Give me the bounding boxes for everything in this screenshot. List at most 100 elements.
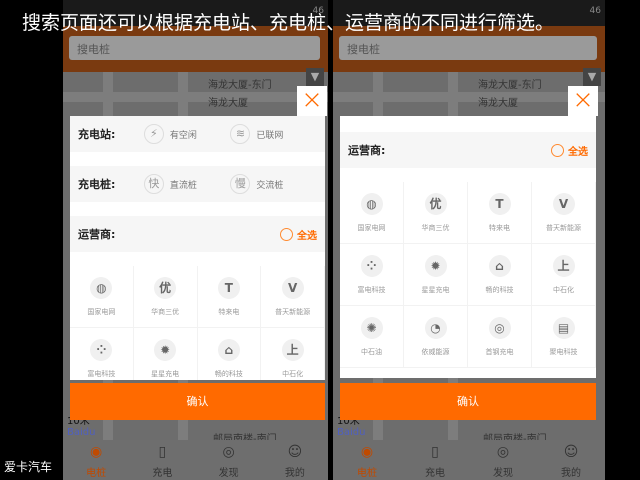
nav-item-1[interactable]: ▯ 充电 [129, 440, 195, 480]
operator-logo-icon: ✹ [154, 338, 177, 361]
nav-icon: ◉ [90, 444, 103, 460]
operator-item[interactable]: 优华商三优 [133, 266, 198, 328]
select-all-toggle[interactable]: 全选 [551, 143, 588, 158]
operator-item[interactable]: T 特来电 [468, 182, 532, 244]
search-input[interactable]: 搜电桩 [69, 36, 320, 60]
select-all-label: 全选 [297, 230, 317, 242]
operator-name: 中石油 [361, 347, 382, 356]
confirm-button[interactable]: 确认 [70, 383, 325, 420]
nav-item-3[interactable]: ☺ 我的 [537, 440, 605, 480]
nav-item-3[interactable]: ☺ 我的 [262, 440, 328, 480]
close-button[interactable]: × [568, 86, 598, 116]
operator-name: 富电科技 [357, 285, 386, 294]
nav-label: 发现 [218, 468, 239, 479]
charging-pile-option[interactable]: 慢交流桩 [230, 174, 317, 194]
search-input[interactable]: 搜电桩 [339, 36, 597, 60]
operator-logo-icon: ⌂ [217, 338, 240, 361]
operator-name: 依威能源 [421, 347, 450, 356]
nav-icon: ☺ [563, 444, 579, 460]
charging-pile-filter-row: 充电桩: 快直流桩慢交流桩 [70, 166, 325, 202]
operator-name: 富电科技 [87, 369, 116, 378]
charging-pile-option[interactable]: 快直流桩 [143, 174, 231, 194]
map-label: 海龙大厦-东门 [478, 80, 542, 91]
operator-logo-icon: 上 [281, 338, 304, 361]
operator-logo-icon: T [217, 276, 240, 299]
charging-pile-option-label: 直流桩 [169, 180, 197, 191]
operator-name: 畅的科技 [485, 285, 514, 294]
operator-name: 畅的科技 [214, 369, 243, 378]
operator-name: 星星充电 [151, 369, 180, 378]
radio-icon [280, 227, 293, 241]
nav-item-0[interactable]: ◉ 电桩 [333, 440, 401, 480]
charging-station-option-icon: ≋ [230, 124, 251, 144]
nav-item-0[interactable]: ◉ 电桩 [63, 440, 129, 480]
operator-logo-icon: 优 [424, 192, 447, 215]
operator-item[interactable]: 上中石化 [261, 328, 325, 380]
operator-logo-icon: ◎ [488, 316, 511, 339]
filter-icon[interactable]: ▼ [306, 68, 324, 86]
operator-item[interactable]: ◍ 国家电网 [70, 266, 134, 328]
nav-label: 充电 [425, 468, 445, 479]
operator-name: 国家电网 [357, 223, 386, 232]
operator-item[interactable]: ⌂ 畅的科技 [468, 244, 532, 306]
map-label: Baidu [67, 427, 96, 438]
operator-item[interactable]: 优华商三优 [404, 182, 468, 244]
operator-logo-icon: ⁘ [90, 338, 113, 361]
nav-icon: ◉ [360, 444, 374, 460]
nav-icon: ◎ [222, 444, 235, 460]
nav-label: 发现 [493, 468, 513, 479]
nav-item-2[interactable]: ◎ 发现 [469, 440, 537, 480]
operator-item[interactable]: ⌂ 畅的科技 [198, 328, 262, 380]
operator-name: 华商三优 [151, 307, 180, 316]
nav-icon: ☺ [287, 444, 303, 460]
close-button[interactable]: × [297, 86, 327, 116]
phone-screen-left: 46搜电桩海龙大厦-东门海龙大厦10米Baidu邮局南楼-南门▼×充电站:⚡有空… [63, 0, 328, 480]
bottom-nav: ◉ 电桩 ▯ 充电 ◎ 发现 ☺ 我的 [63, 440, 328, 480]
operator-name: 首钢充电 [485, 347, 514, 356]
charging-pile-option-label: 交流桩 [256, 180, 284, 191]
operator-logo-icon: ⌂ [488, 254, 511, 277]
charging-station-filter-row: 充电站: ⚡ 有空闲 ≋ 已联网 [70, 116, 325, 152]
operator-name: 特来电 [218, 307, 240, 316]
operator-logo-icon: 上 [552, 254, 575, 277]
nav-item-1[interactable]: ▯ 充电 [401, 440, 469, 480]
operator-item[interactable]: 上中石化 [532, 244, 596, 306]
operator-name: 普天新能源 [546, 223, 581, 232]
nav-label: 充电 [152, 468, 173, 479]
operator-grid: ◍国家电网优华商三优T特来电V普天新能源⁘富电科技✹星星充电⌂畅的科技上中石化✺… [70, 266, 325, 380]
operator-logo-icon: ✹ [424, 254, 447, 277]
filter-icon[interactable]: ▼ [583, 68, 601, 86]
operator-name: 聚电科技 [549, 347, 578, 356]
operator-item[interactable]: ✺ 中石油 [340, 306, 404, 368]
filter-modal: 运营商: 全选 ◍ 国家电网 优华商三优 T 特来电 V 普天新能源 ⁘ 富电科技 ✹ 星星充电 ⌂ 畅的科… [340, 116, 596, 378]
operator-item[interactable]: V 普天新能源 [532, 182, 596, 244]
charging-station-option[interactable]: ≋ 已联网 [230, 124, 317, 144]
operator-item[interactable]: T 特来电 [197, 266, 262, 328]
operator-item[interactable]: ⁘ 富电科技 [340, 244, 404, 306]
operator-logo-icon: ◍ [90, 276, 113, 299]
select-all-toggle[interactable]: 全选 [280, 227, 317, 242]
operator-logo-icon: ⁘ [360, 254, 383, 277]
nav-item-2[interactable]: ◎ 发现 [196, 440, 262, 480]
operator-logo-icon: 优 [154, 276, 177, 299]
confirm-button[interactable]: 确认 [340, 383, 596, 420]
operator-name: 国家电网 [87, 307, 116, 316]
operator-filter-row: 运营商: 全选 [70, 216, 325, 252]
operator-item[interactable]: ◎ 首钢充电 [468, 306, 532, 368]
operator-item[interactable]: ▤ 聚电科技 [532, 306, 596, 368]
caption: 搜索页面还可以根据充电站、充电桩、运营商的不同进行筛选。 [22, 12, 555, 34]
operator-item[interactable]: ⁘ 富电科技 [70, 328, 134, 380]
nav-label: 电桩 [86, 468, 107, 479]
signal-indicator: 46 [589, 6, 601, 16]
operator-item[interactable]: V 普天新能源 [261, 266, 325, 328]
operator-item[interactable]: ◍ 国家电网 [340, 182, 404, 244]
nav-label: 我的 [561, 468, 581, 479]
operator-item[interactable]: ✹ 星星充电 [404, 244, 468, 306]
operator-label: 运营商: [78, 228, 116, 241]
nav-icon: ▯ [431, 444, 439, 460]
operator-item[interactable]: ◔ 依威能源 [404, 306, 468, 368]
operator-item[interactable]: ✹ 星星充电 [134, 328, 198, 380]
charging-station-option[interactable]: ⚡ 有空闲 [143, 124, 231, 144]
operator-logo-icon: ▤ [552, 316, 575, 339]
operator-name: 中石化 [553, 285, 574, 294]
